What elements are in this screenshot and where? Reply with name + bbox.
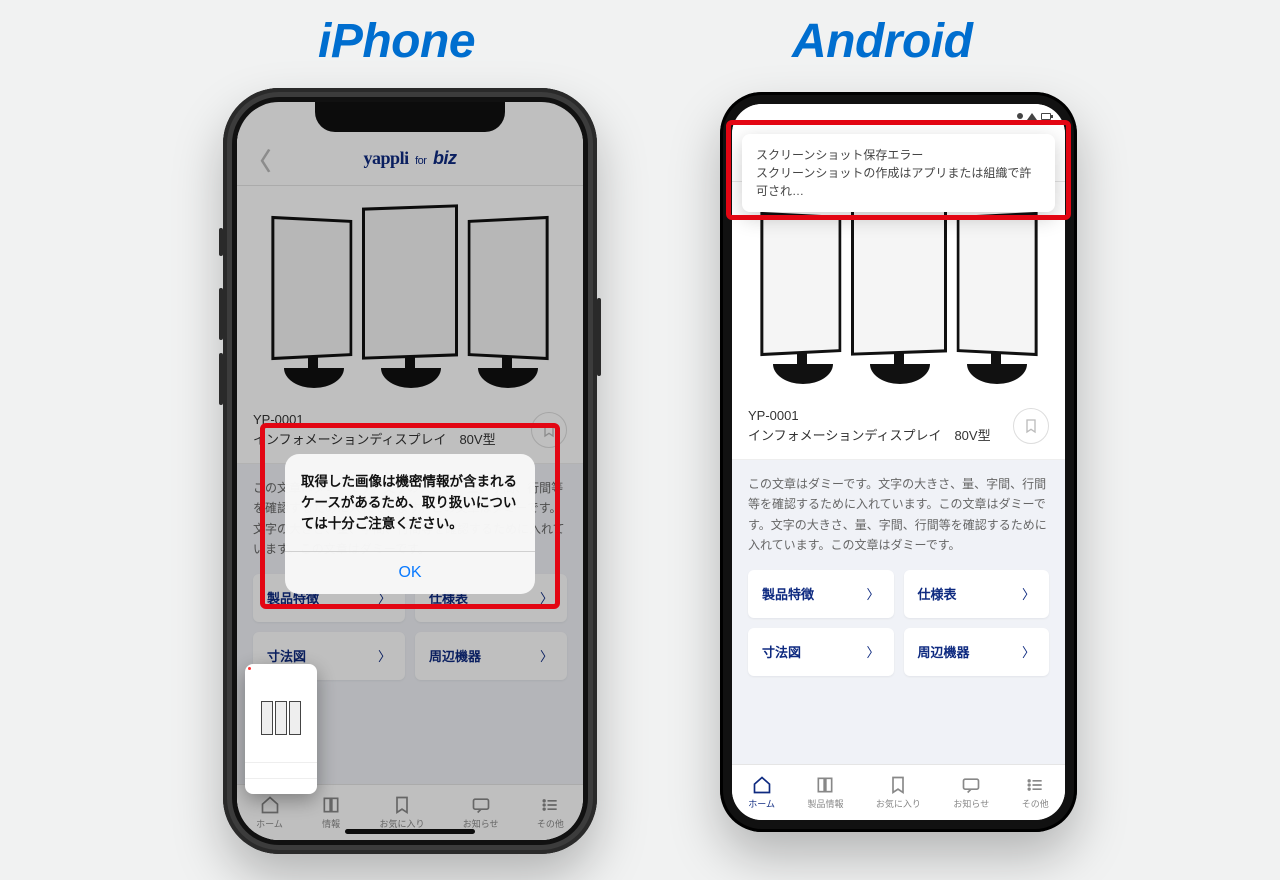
- brand-logo: yappli for biz: [364, 148, 457, 169]
- ios-alert-ok-button[interactable]: OK: [285, 551, 535, 594]
- android-status-bar: [732, 104, 1065, 128]
- book-icon: [815, 775, 835, 795]
- ios-alert-message: 取得した画像は機密情報が含まれるケースがあるため、取り扱いについては十分ご注意く…: [285, 454, 535, 551]
- android-device-frame: 〈 yappli for biz YP-0001 インフォメーションディスプレイ: [720, 92, 1077, 832]
- iphone-screen: 〈 yappli for biz YP-0001 インフォメーションディスプレイ: [237, 102, 583, 840]
- product-code: YP-0001: [748, 406, 1005, 426]
- bookmark-icon[interactable]: [1013, 408, 1049, 444]
- card-dimensions[interactable]: 寸法図〉: [748, 628, 894, 676]
- card-spec[interactable]: 仕様表〉: [904, 570, 1050, 618]
- product-description: この文章はダミーです。文字の大きさ、量、字間、行間等を確認するために入れています…: [732, 460, 1065, 570]
- tab-home[interactable]: ホーム: [748, 775, 775, 810]
- home-indicator[interactable]: [345, 829, 475, 834]
- screenshot-thumbnail[interactable]: [245, 664, 317, 794]
- toast-body: スクリーンショットの作成はアプリまたは組織で許可され…: [756, 164, 1041, 200]
- product-name: インフォメーションディスプレイ 80V型: [748, 426, 1005, 446]
- tab-home[interactable]: ホーム: [256, 795, 283, 830]
- tab-notifications[interactable]: お知らせ: [953, 775, 989, 810]
- home-icon: [260, 795, 280, 815]
- chat-icon: [961, 775, 981, 795]
- product-image: [237, 186, 583, 396]
- list-icon: [540, 795, 560, 815]
- bookmark-icon[interactable]: [531, 412, 567, 448]
- tab-products[interactable]: 情報: [321, 795, 341, 830]
- card-peripherals[interactable]: 周辺機器〉: [904, 628, 1050, 676]
- card-features[interactable]: 製品特徴〉: [748, 570, 894, 618]
- product-image: [732, 182, 1065, 392]
- app-header: 〈 yappli for biz: [237, 132, 583, 186]
- bookmark-icon: [888, 775, 908, 795]
- back-icon[interactable]: 〈: [247, 141, 271, 176]
- tab-bar: ホーム 製品情報 お気に入り お知らせ その他: [732, 764, 1065, 820]
- product-header: YP-0001 インフォメーションディスプレイ 80V型: [732, 392, 1065, 460]
- tab-other[interactable]: その他: [537, 795, 564, 830]
- android-screen: 〈 yappli for biz YP-0001 インフォメーションディスプレイ: [732, 104, 1065, 820]
- tab-other[interactable]: その他: [1022, 775, 1049, 810]
- android-heading: Android: [792, 14, 972, 69]
- tab-products[interactable]: 製品情報: [807, 775, 843, 810]
- tab-favorites[interactable]: お気に入り: [876, 775, 921, 810]
- home-icon: [752, 775, 772, 795]
- list-icon: [1025, 775, 1045, 795]
- product-name: インフォメーションディスプレイ 80V型: [253, 430, 523, 450]
- iphone-device-frame: 〈 yappli for biz YP-0001 インフォメーションディスプレイ: [223, 88, 597, 854]
- bookmark-icon: [392, 795, 412, 815]
- card-peripherals[interactable]: 周辺機器〉: [415, 632, 567, 680]
- product-code: YP-0001: [253, 410, 523, 430]
- android-error-toast: スクリーンショット保存エラー スクリーンショットの作成はアプリまたは組織で許可さ…: [742, 134, 1055, 212]
- tab-notifications[interactable]: お知らせ: [463, 795, 499, 830]
- iphone-heading: iPhone: [318, 14, 475, 69]
- book-icon: [321, 795, 341, 815]
- ios-alert-dialog: 取得した画像は機密情報が含まれるケースがあるため、取り扱いについては十分ご注意く…: [285, 454, 535, 594]
- chat-icon: [471, 795, 491, 815]
- tab-favorites[interactable]: お気に入り: [379, 795, 424, 830]
- toast-title: スクリーンショット保存エラー: [756, 146, 1041, 164]
